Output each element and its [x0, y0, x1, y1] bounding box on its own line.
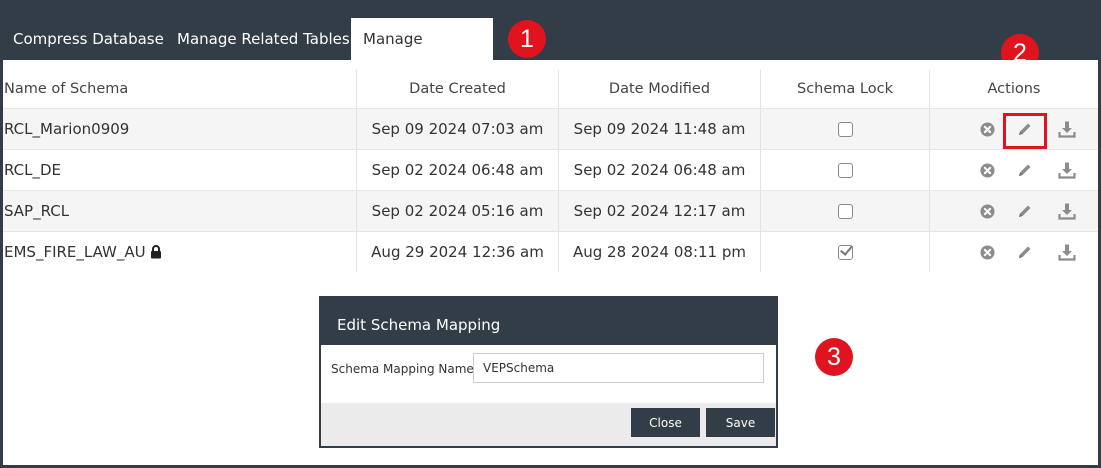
lock-icon	[150, 245, 162, 259]
schema-name-cell: RCL_Marion0909	[4, 109, 356, 149]
schema-name: RCL_DE	[4, 161, 62, 179]
delete-icon[interactable]	[977, 119, 997, 139]
table-row: EMS_FIRE_LAW_AU Aug 29 2024 12:36 am Aug 2…	[3, 231, 1098, 272]
close-button[interactable]: Close	[631, 408, 700, 437]
date-modified-cell: Aug 28 2024 08:11 pm	[558, 232, 760, 272]
tab-manage-related-tables[interactable]: Manage Related Tables	[165, 18, 362, 60]
schemas-table: Name of Schema Date Created Date Modifie…	[3, 70, 1098, 272]
delete-icon[interactable]	[977, 201, 997, 221]
tab-manage-schemas[interactable]: Manage Schemas	[351, 18, 493, 90]
annotation-badge-3: 3	[815, 338, 853, 376]
edit-icon[interactable]	[1015, 160, 1035, 180]
actions-cell	[929, 232, 1098, 272]
schema-mapping-name-input[interactable]	[473, 353, 764, 383]
schema-name: SAP_RCL	[4, 202, 70, 220]
schema-name-cell: EMS_FIRE_LAW_AU	[4, 232, 356, 272]
date-created-cell: Sep 09 2024 07:03 am	[356, 109, 558, 149]
delete-icon[interactable]	[977, 160, 997, 180]
column-header-date-modified: Date Modified	[558, 70, 760, 108]
actions-cell	[929, 109, 1098, 149]
schema-name-cell: RCL_DE	[4, 150, 356, 190]
schema-name: EMS_FIRE_LAW_AU	[4, 243, 146, 261]
date-created-cell: Sep 02 2024 06:48 am	[356, 150, 558, 190]
tab-compress-database[interactable]: Compress Database	[1, 18, 176, 60]
schema-lock-cell	[760, 150, 929, 190]
edit-schema-mapping-dialog: Edit Schema Mapping Schema Mapping Name:…	[319, 296, 778, 448]
dialog-footer: Close Save	[321, 403, 776, 446]
date-modified-cell: Sep 02 2024 06:48 am	[558, 150, 760, 190]
column-header-actions: Actions	[929, 70, 1098, 108]
schema-lock-cell	[760, 109, 929, 149]
dialog-body: Schema Mapping Name:	[321, 345, 776, 403]
schema-name: RCL_Marion0909	[4, 120, 130, 138]
edit-icon[interactable]	[1015, 201, 1035, 221]
date-modified-cell: Sep 02 2024 12:17 am	[558, 191, 760, 231]
date-created-cell: Aug 29 2024 12:36 am	[356, 232, 558, 272]
download-icon[interactable]	[1057, 201, 1077, 221]
dialog-title: Edit Schema Mapping	[337, 316, 501, 334]
schema-lock-checkbox[interactable]	[837, 162, 853, 178]
column-header-name: Name of Schema	[4, 81, 129, 97]
table-row: RCL_Marion0909 Sep 09 2024 07:03 am Sep 09…	[3, 108, 1098, 149]
row-actions	[930, 191, 1098, 231]
delete-icon[interactable]	[977, 242, 997, 262]
edit-icon[interactable]	[1015, 242, 1035, 262]
schema-lock-cell	[760, 232, 929, 272]
tab-bar: Compress Database Manage Related Tables …	[0, 0, 1101, 90]
column-header-date-created: Date Created	[356, 70, 558, 108]
row-actions	[930, 150, 1098, 190]
schema-lock-checkbox[interactable]	[837, 121, 853, 137]
schema-lock-checkbox[interactable]	[837, 244, 853, 260]
annotation-badge-1: 1	[508, 20, 546, 58]
save-button[interactable]: Save	[706, 408, 775, 437]
download-icon[interactable]	[1057, 242, 1077, 262]
schema-lock-checkbox[interactable]	[837, 203, 853, 219]
download-icon[interactable]	[1057, 160, 1077, 180]
table-header: Name of Schema Date Created Date Modifie…	[3, 70, 1098, 108]
schema-mapping-name-label: Schema Mapping Name:	[331, 362, 478, 376]
edit-icon[interactable]	[1015, 119, 1035, 139]
download-icon[interactable]	[1057, 119, 1077, 139]
column-header-schema-lock: Schema Lock	[760, 70, 929, 108]
table-row: RCL_DE Sep 02 2024 06:48 am Sep 02 2024 06…	[3, 149, 1098, 190]
actions-cell	[929, 150, 1098, 190]
schema-lock-cell	[760, 191, 929, 231]
schema-name-cell: SAP_RCL	[4, 191, 356, 231]
actions-cell	[929, 191, 1098, 231]
table-row: SAP_RCL Sep 02 2024 05:16 am Sep 02 2024 1…	[3, 190, 1098, 231]
date-created-cell: Sep 02 2024 05:16 am	[356, 191, 558, 231]
row-actions	[930, 232, 1098, 272]
date-modified-cell: Sep 09 2024 11:48 am	[558, 109, 760, 149]
row-actions	[930, 109, 1098, 149]
